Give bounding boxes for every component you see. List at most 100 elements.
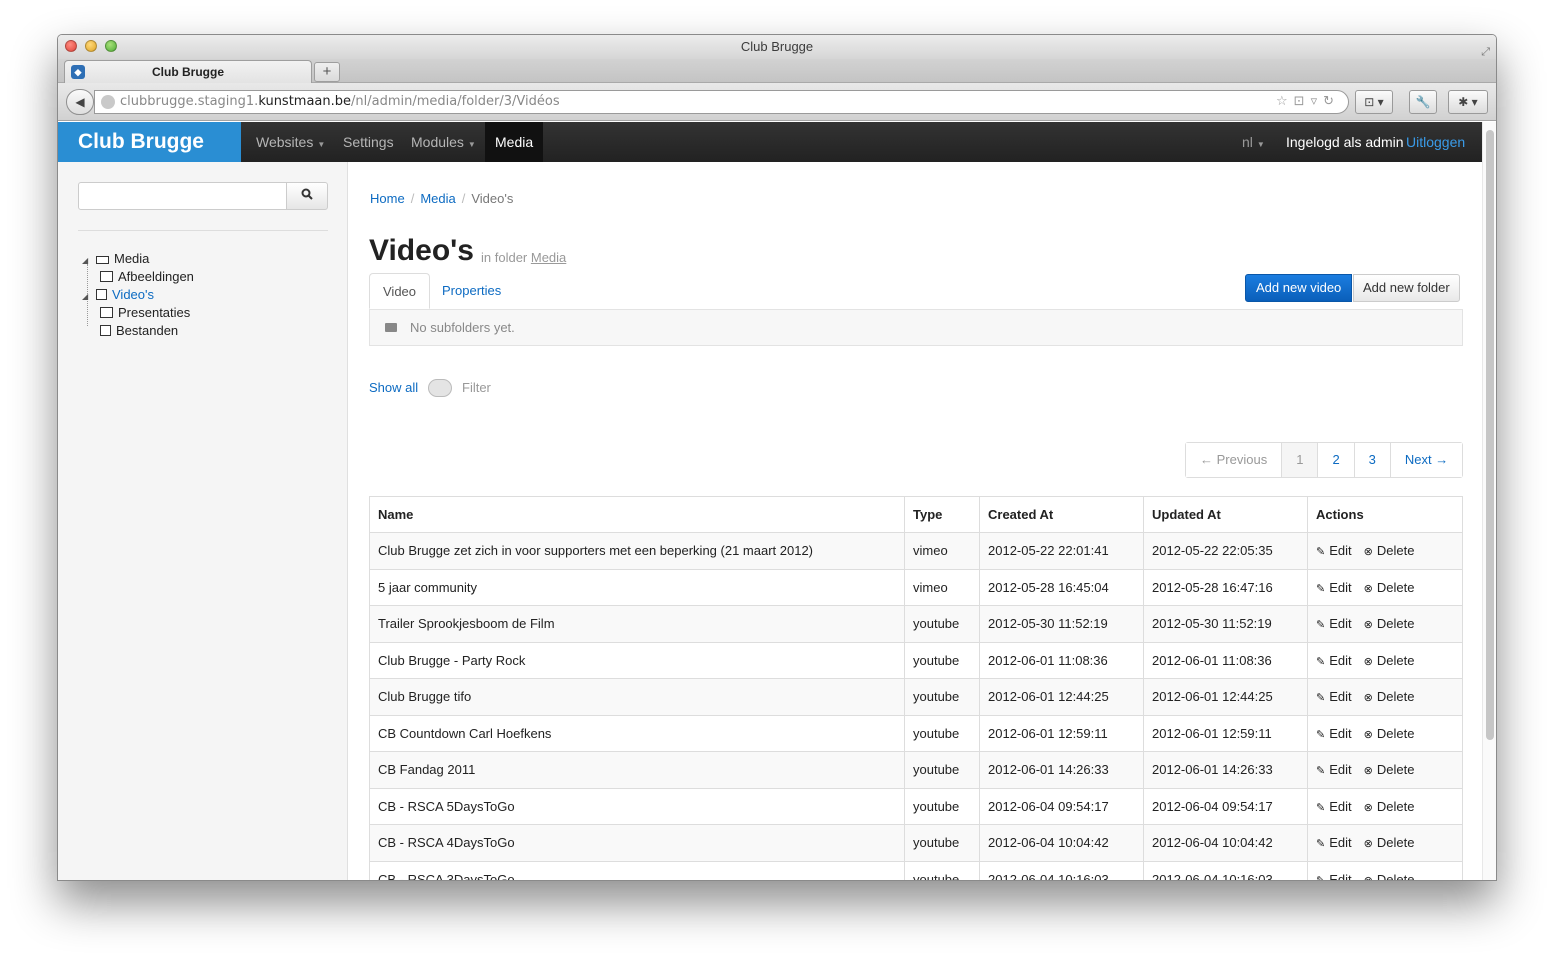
url-field[interactable]: clubbrugge.staging1.kunstmaan.be/nl/admi…: [94, 90, 1349, 114]
back-button[interactable]: ◀: [66, 89, 94, 115]
cell-updated-at: 2012-05-22 22:05:35: [1143, 532, 1308, 569]
expand-toggle-icon[interactable]: ◢: [82, 252, 96, 270]
delete-button[interactable]: ⊗ Delete: [1364, 872, 1415, 880]
edit-button[interactable]: ✎ Edit: [1316, 835, 1352, 850]
edit-button[interactable]: ✎ Edit: [1316, 726, 1352, 741]
reload-icon[interactable]: ↻: [1323, 94, 1340, 109]
cell-updated-at: 2012-06-01 12:44:25: [1143, 678, 1308, 715]
table-row[interactable]: Club Brugge - Party Rock youtube 2012-06-0…: [369, 641, 1463, 679]
page-scrollbar[interactable]: [1482, 122, 1496, 880]
language-selector[interactable]: nl ▼: [1242, 122, 1265, 162]
edit-icon: ✎: [1316, 692, 1326, 705]
tab-video[interactable]: Video: [369, 273, 431, 309]
table-row[interactable]: Club Brugge tifo youtube 2012-06-01 12:44:…: [369, 678, 1463, 715]
minimize-window-button[interactable]: [85, 40, 97, 52]
delete-label: Delete: [1376, 579, 1415, 595]
tree-item-videos[interactable]: ◢ Video's: [82, 286, 154, 304]
breadcrumb-media[interactable]: Media: [420, 191, 455, 206]
delete-button[interactable]: ⊗ Delete: [1364, 653, 1415, 668]
delete-button[interactable]: ⊗ Delete: [1364, 726, 1415, 741]
dropdown-icon[interactable]: ▿: [1311, 94, 1324, 109]
tree-item-label: Afbeeldingen: [118, 269, 194, 284]
scrollbar-thumb[interactable]: [1486, 130, 1494, 740]
search-input[interactable]: [78, 182, 287, 210]
edit-button[interactable]: ✎ Edit: [1316, 616, 1352, 631]
table-row[interactable]: CB - RSCA 4DaysToGo youtube 2012-06-04 10:…: [369, 824, 1463, 861]
delete-button[interactable]: ⊗ Delete: [1364, 616, 1415, 631]
addon-button[interactable]: ✱ ▾: [1448, 90, 1488, 114]
edit-button[interactable]: ✎ Edit: [1316, 543, 1352, 558]
delete-icon: ⊗: [1363, 619, 1373, 632]
app-navbar: Club Brugge Websites ▼ Settings Modules ▼ …: [58, 122, 1484, 162]
brand-logo[interactable]: Club Brugge: [58, 122, 241, 162]
show-all-link[interactable]: Show all: [369, 380, 418, 395]
add-new-video-button[interactable]: Add new video: [1245, 274, 1353, 302]
new-tab-button[interactable]: +: [314, 62, 340, 82]
cell-name: Club Brugge zet zich in voor supporters …: [369, 532, 905, 569]
breadcrumb-home[interactable]: Home: [370, 191, 405, 206]
edit-button[interactable]: ✎ Edit: [1316, 799, 1352, 814]
edit-button[interactable]: ✎ Edit: [1316, 653, 1352, 668]
tree-item-presentaties[interactable]: Presentaties: [100, 304, 190, 322]
add-new-folder-button[interactable]: Add new folder: [1353, 274, 1460, 302]
breadcrumb-current: Video's: [471, 191, 514, 206]
delete-button[interactable]: ⊗ Delete: [1364, 689, 1415, 704]
table-row[interactable]: 5 jaar community vimeo 2012-05-28 16:45:04…: [369, 568, 1463, 606]
wrench-button[interactable]: 🔧: [1409, 90, 1437, 114]
pagination: ← Previous 1 2 3 Next →: [1185, 442, 1464, 478]
delete-button[interactable]: ⊗ Delete: [1364, 762, 1415, 777]
cell-created-at: 2012-06-01 11:08:36: [979, 641, 1144, 679]
browser-tab[interactable]: ◆ Club Brugge: [64, 60, 312, 83]
next-page-button[interactable]: Next →: [1389, 443, 1463, 477]
nav-media[interactable]: Media: [485, 122, 544, 162]
table-row[interactable]: CB - RSCA 5DaysToGo youtube 2012-06-04 09:…: [369, 787, 1463, 825]
delete-button[interactable]: ⊗ Delete: [1364, 580, 1415, 595]
delete-button[interactable]: ⊗ Delete: [1364, 543, 1415, 558]
table-row[interactable]: Trailer Sprookjesboom de Film youtube 2012…: [369, 605, 1463, 642]
tree-item-media[interactable]: ◢ Media: [82, 250, 149, 268]
cell-actions: ✎ Edit ⊗ Delete: [1307, 714, 1463, 752]
delete-button[interactable]: ⊗ Delete: [1364, 799, 1415, 814]
caret-down-icon: ▼: [1256, 140, 1265, 149]
page-3-button[interactable]: 3: [1353, 443, 1390, 477]
pocket-button[interactable]: ⊡ ▾: [1355, 90, 1393, 114]
table-row[interactable]: Club Brugge zet zich in voor supporters …: [369, 532, 1463, 569]
column-header-type[interactable]: Type: [904, 496, 980, 533]
previous-page-button[interactable]: ← Previous: [1186, 443, 1282, 477]
parent-folder-link[interactable]: Media: [531, 250, 566, 265]
search-button[interactable]: [286, 182, 328, 210]
edit-button[interactable]: ✎ Edit: [1316, 762, 1352, 777]
tab-properties[interactable]: Properties: [429, 273, 514, 309]
edit-icon: ✎: [1316, 655, 1326, 668]
column-header-created[interactable]: Created At: [979, 496, 1144, 533]
tree-item-afbeeldingen[interactable]: Afbeeldingen: [100, 268, 194, 286]
filter-label[interactable]: Filter: [462, 380, 491, 395]
nav-modules[interactable]: Modules ▼: [411, 122, 476, 162]
tree-item-label: Video's: [112, 287, 154, 302]
nav-websites[interactable]: Websites ▼: [256, 122, 325, 162]
edit-button[interactable]: ✎ Edit: [1316, 872, 1352, 880]
sidebar-divider: [78, 230, 328, 231]
cell-type: youtube: [904, 714, 980, 752]
logout-link[interactable]: Uitloggen: [1406, 122, 1465, 162]
table-row[interactable]: CB Countdown Carl Hoefkens youtube 2012-06…: [369, 714, 1463, 752]
zoom-window-button[interactable]: [105, 40, 117, 52]
delete-button[interactable]: ⊗ Delete: [1364, 835, 1415, 850]
bookmark-star-icon[interactable]: ☆: [1276, 94, 1294, 109]
column-header-updated[interactable]: Updated At: [1143, 496, 1308, 533]
tree-item-bestanden[interactable]: Bestanden: [100, 322, 178, 340]
table-row[interactable]: CB Fandag 2011 youtube 2012-06-01 14:26:33…: [369, 751, 1463, 788]
column-header-name[interactable]: Name: [369, 496, 905, 533]
url-actions: ☆⊡▿↻: [1276, 91, 1340, 113]
browser-tab-title: Club Brugge: [152, 65, 224, 79]
page-2-button[interactable]: 2: [1317, 443, 1354, 477]
nav-settings[interactable]: Settings: [343, 122, 394, 162]
filter-toggle-icon[interactable]: [428, 379, 452, 397]
page-1-button[interactable]: 1: [1281, 443, 1318, 477]
pocket-icon[interactable]: ⊡: [1294, 94, 1311, 109]
edit-button[interactable]: ✎ Edit: [1316, 580, 1352, 595]
expand-toggle-icon[interactable]: ◢: [82, 288, 96, 306]
edit-button[interactable]: ✎ Edit: [1316, 689, 1352, 704]
table-row[interactable]: CB - RSCA 3DaysToGo youtube 2012-06-04 10:…: [369, 860, 1463, 880]
close-window-button[interactable]: [65, 40, 77, 52]
